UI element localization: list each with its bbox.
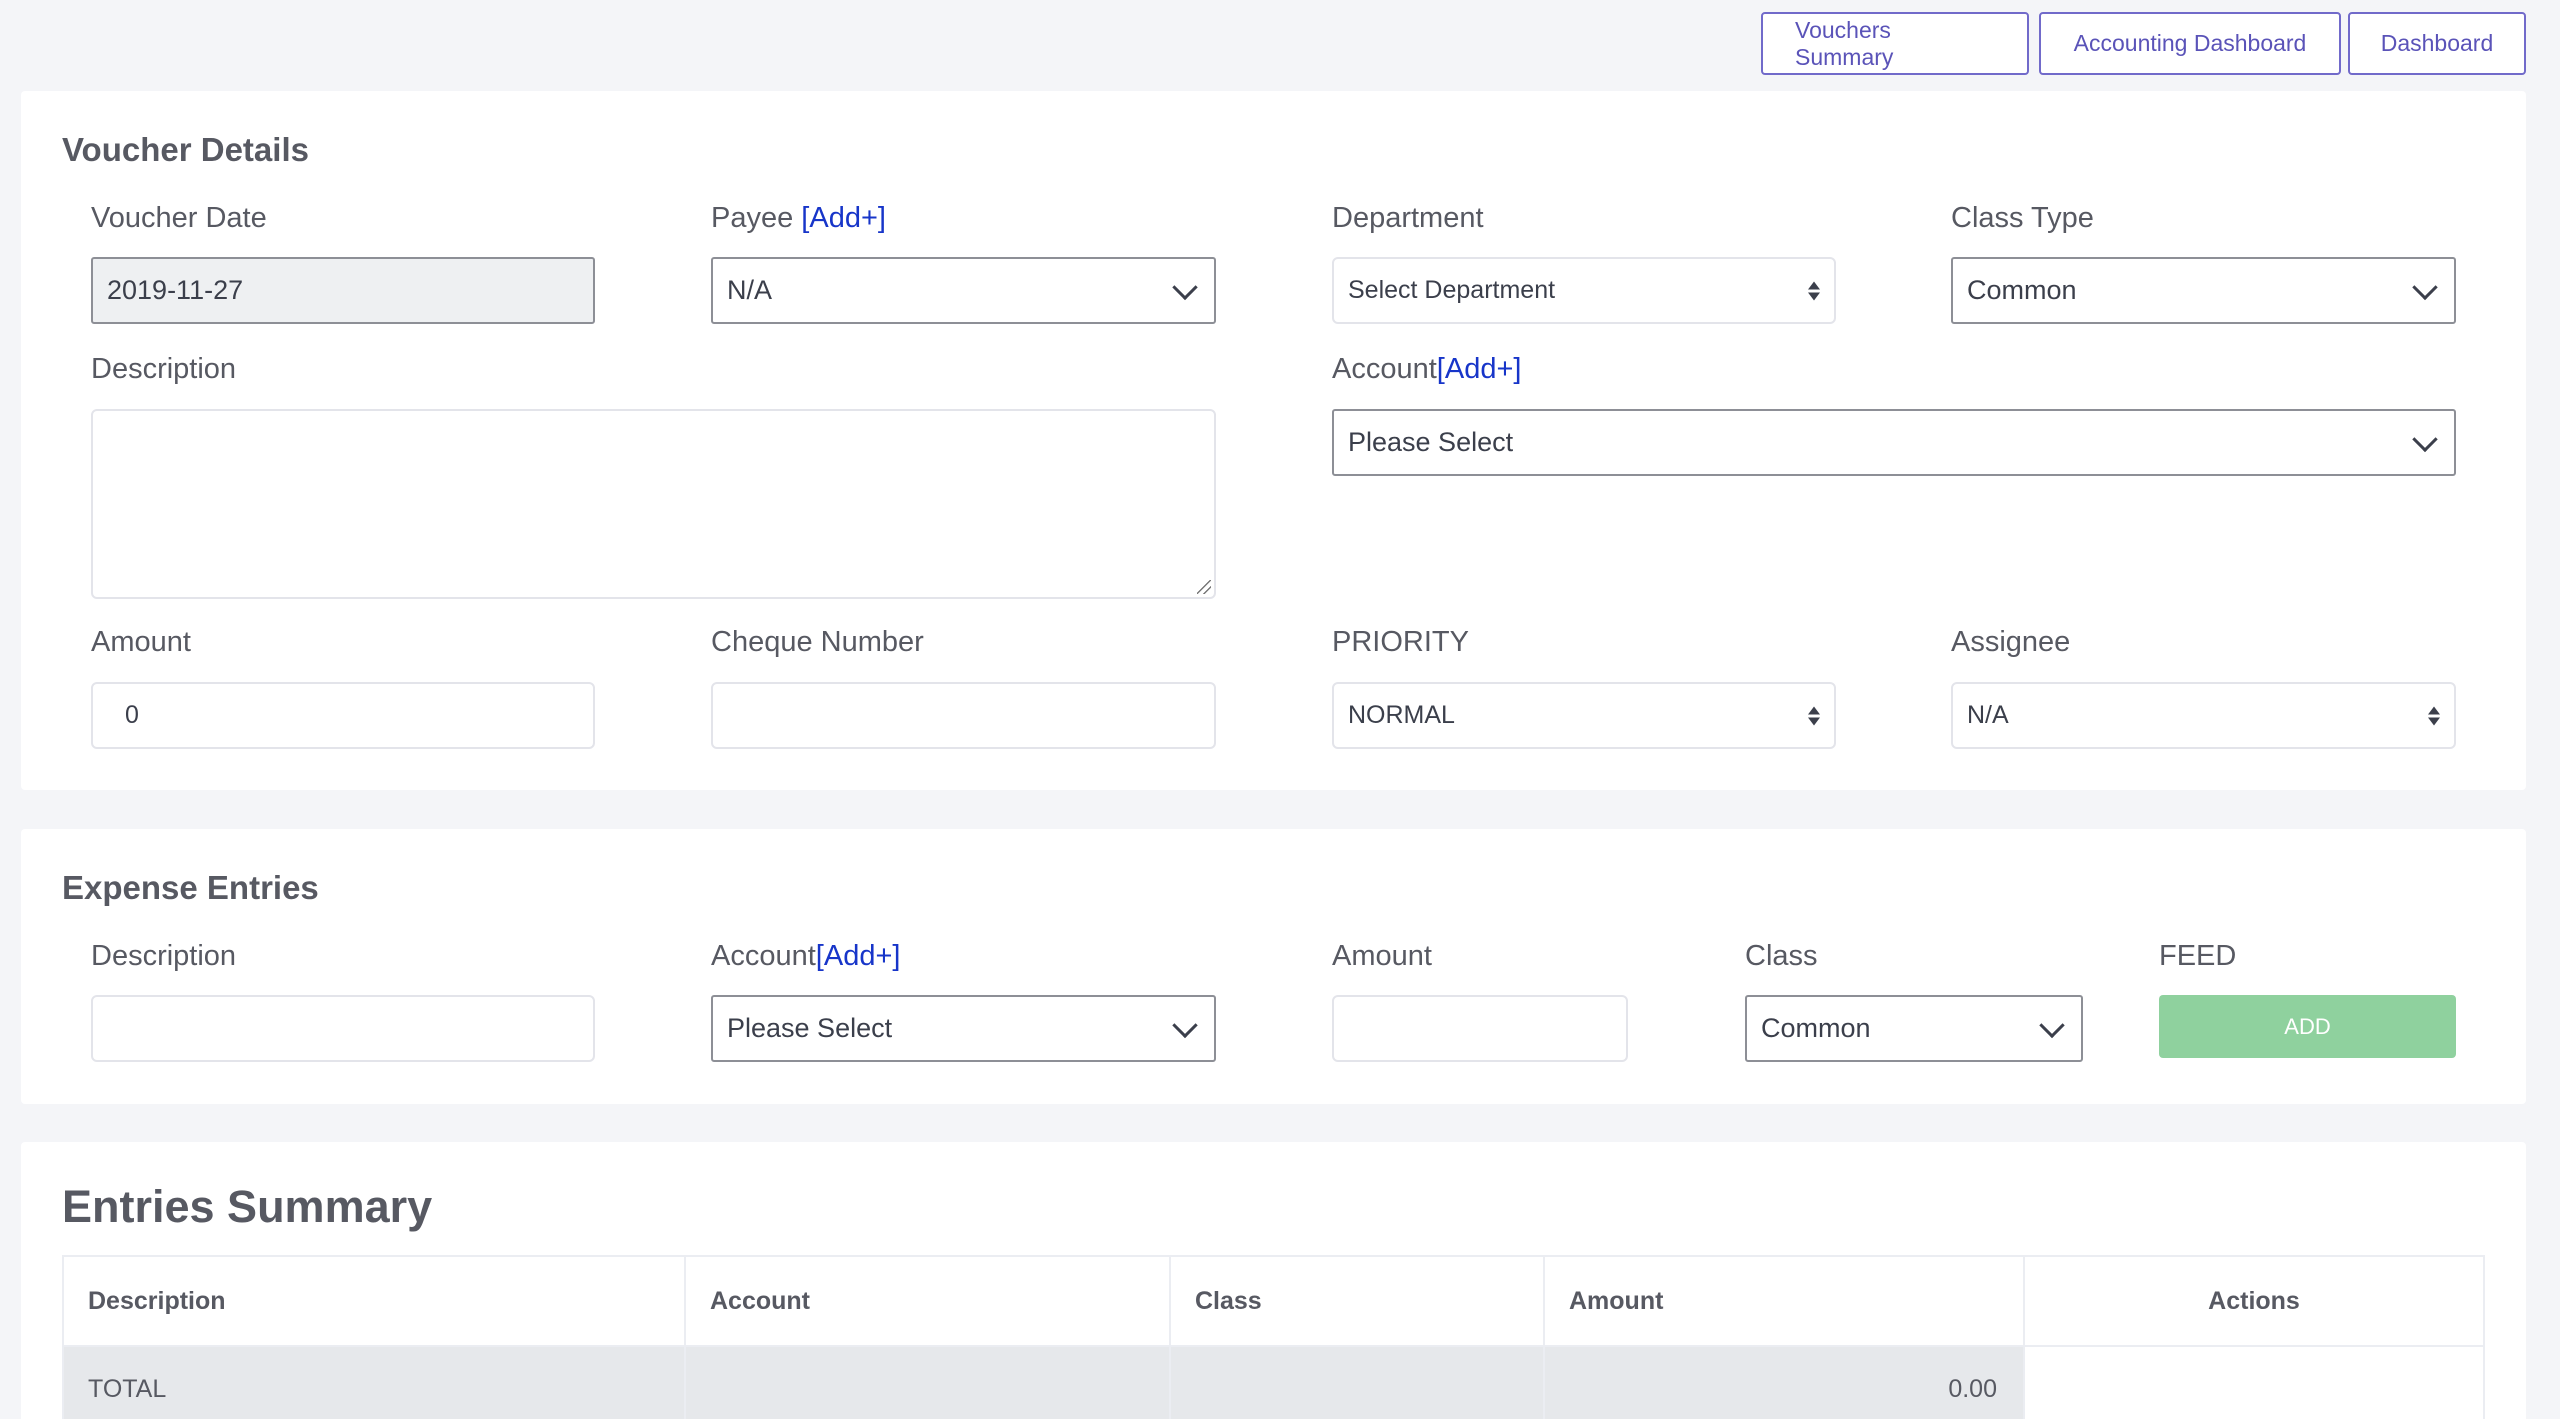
total-class-cell [1169, 1345, 1545, 1419]
vouchers-summary-button[interactable]: Vouchers Summary [1761, 12, 2029, 75]
column-header-account: Account [684, 1255, 1171, 1347]
payee-select[interactable]: N/A [711, 257, 1216, 324]
dashboard-button[interactable]: Dashboard [2348, 12, 2526, 75]
assignee-label: Assignee [1951, 626, 2071, 658]
department-value: Select Department [1348, 276, 1556, 304]
account-label: Account[Add+] [1332, 353, 1521, 386]
entries-summary-card: Entries Summary Description Account Clas… [21, 1142, 2526, 1419]
expense-class-label: Class [1745, 940, 1818, 972]
account-label-text: Account [1332, 353, 1437, 385]
priority-select[interactable]: NORMAL [1332, 682, 1836, 749]
expense-class-select[interactable]: Common [1745, 995, 2083, 1062]
voucher-details-card: Voucher Details Voucher Date 2019-11-27 … [21, 91, 2526, 790]
select-arrows-icon [1808, 281, 1820, 300]
expense-description-label: Description [91, 940, 237, 972]
resize-handle-icon[interactable] [1197, 580, 1211, 594]
total-label: TOTAL [62, 1345, 686, 1419]
select-arrows-icon [2428, 706, 2440, 725]
amount-label: Amount [91, 626, 191, 658]
column-header-actions: Actions [2023, 1255, 2485, 1347]
chevron-down-icon [1172, 1012, 1198, 1038]
payee-add-link[interactable]: [Add+] [801, 202, 886, 234]
column-header-amount: Amount [1543, 1255, 2025, 1347]
payee-value: N/A [727, 275, 773, 305]
voucher-date-value: 2019-11-27 [107, 275, 244, 305]
cheque-number-input[interactable] [711, 682, 1216, 749]
expense-entries-card: Expense Entries Description Account[Add+… [21, 829, 2526, 1104]
total-amount: 0.00 [1543, 1345, 2025, 1419]
class-type-value: Common [1967, 275, 2077, 305]
expense-account-value: Please Select [727, 1013, 893, 1043]
voucher-details-title: Voucher Details [62, 131, 309, 168]
column-header-class: Class [1169, 1255, 1545, 1347]
entries-summary-table: Description Account Class Amount Actions… [62, 1255, 2485, 1419]
payee-label-text: Payee [711, 202, 794, 234]
feed-label: FEED [2159, 940, 2237, 972]
amount-value: 0 [125, 701, 139, 729]
chevron-down-icon [2412, 426, 2438, 452]
assignee-select[interactable]: N/A [1951, 682, 2456, 749]
chevron-down-icon [2039, 1012, 2065, 1038]
payee-label: Payee [Add+] [711, 202, 886, 235]
entries-summary-title: Entries Summary [62, 1181, 433, 1232]
expense-amount-input[interactable] [1332, 995, 1628, 1062]
accounting-dashboard-button[interactable]: Accounting Dashboard [2039, 12, 2341, 75]
class-type-label: Class Type [1951, 202, 2094, 234]
expense-class-value: Common [1761, 1013, 1871, 1043]
cheque-number-label: Cheque Number [711, 626, 924, 658]
expense-account-label-text: Account [711, 940, 816, 972]
voucher-date-field[interactable]: 2019-11-27 [91, 257, 595, 324]
top-nav: Vouchers Summary Accounting Dashboard Da… [1761, 12, 2526, 75]
class-type-select[interactable]: Common [1951, 257, 2456, 324]
description-label: Description [91, 353, 237, 385]
expense-amount-label: Amount [1332, 940, 1432, 972]
total-row: TOTAL 0.00 [62, 1345, 2485, 1419]
expense-description-input[interactable] [91, 995, 595, 1062]
expense-entries-title: Expense Entries [62, 869, 319, 906]
expense-account-label: Account[Add+] [711, 940, 900, 973]
expense-account-select[interactable]: Please Select [711, 995, 1216, 1062]
voucher-date-label: Voucher Date [91, 202, 267, 234]
department-label: Department [1332, 202, 1484, 234]
priority-label: PRIORITY [1332, 626, 1469, 658]
add-entry-button[interactable]: ADD [2159, 995, 2456, 1058]
account-value: Please Select [1348, 427, 1514, 457]
account-add-link[interactable]: [Add+] [1437, 353, 1522, 385]
assignee-value: N/A [1967, 701, 2009, 729]
chevron-down-icon [2412, 274, 2438, 300]
account-select[interactable]: Please Select [1332, 409, 2456, 476]
select-arrows-icon [1808, 706, 1820, 725]
expense-account-add-link[interactable]: [Add+] [816, 940, 901, 972]
description-textarea[interactable] [91, 409, 1216, 599]
priority-value: NORMAL [1348, 701, 1455, 729]
total-account-cell [684, 1345, 1171, 1419]
chevron-down-icon [1172, 274, 1198, 300]
amount-input[interactable]: 0 [91, 682, 595, 749]
total-actions-cell [2023, 1345, 2485, 1419]
column-header-description: Description [62, 1255, 686, 1347]
department-select[interactable]: Select Department [1332, 257, 1836, 324]
